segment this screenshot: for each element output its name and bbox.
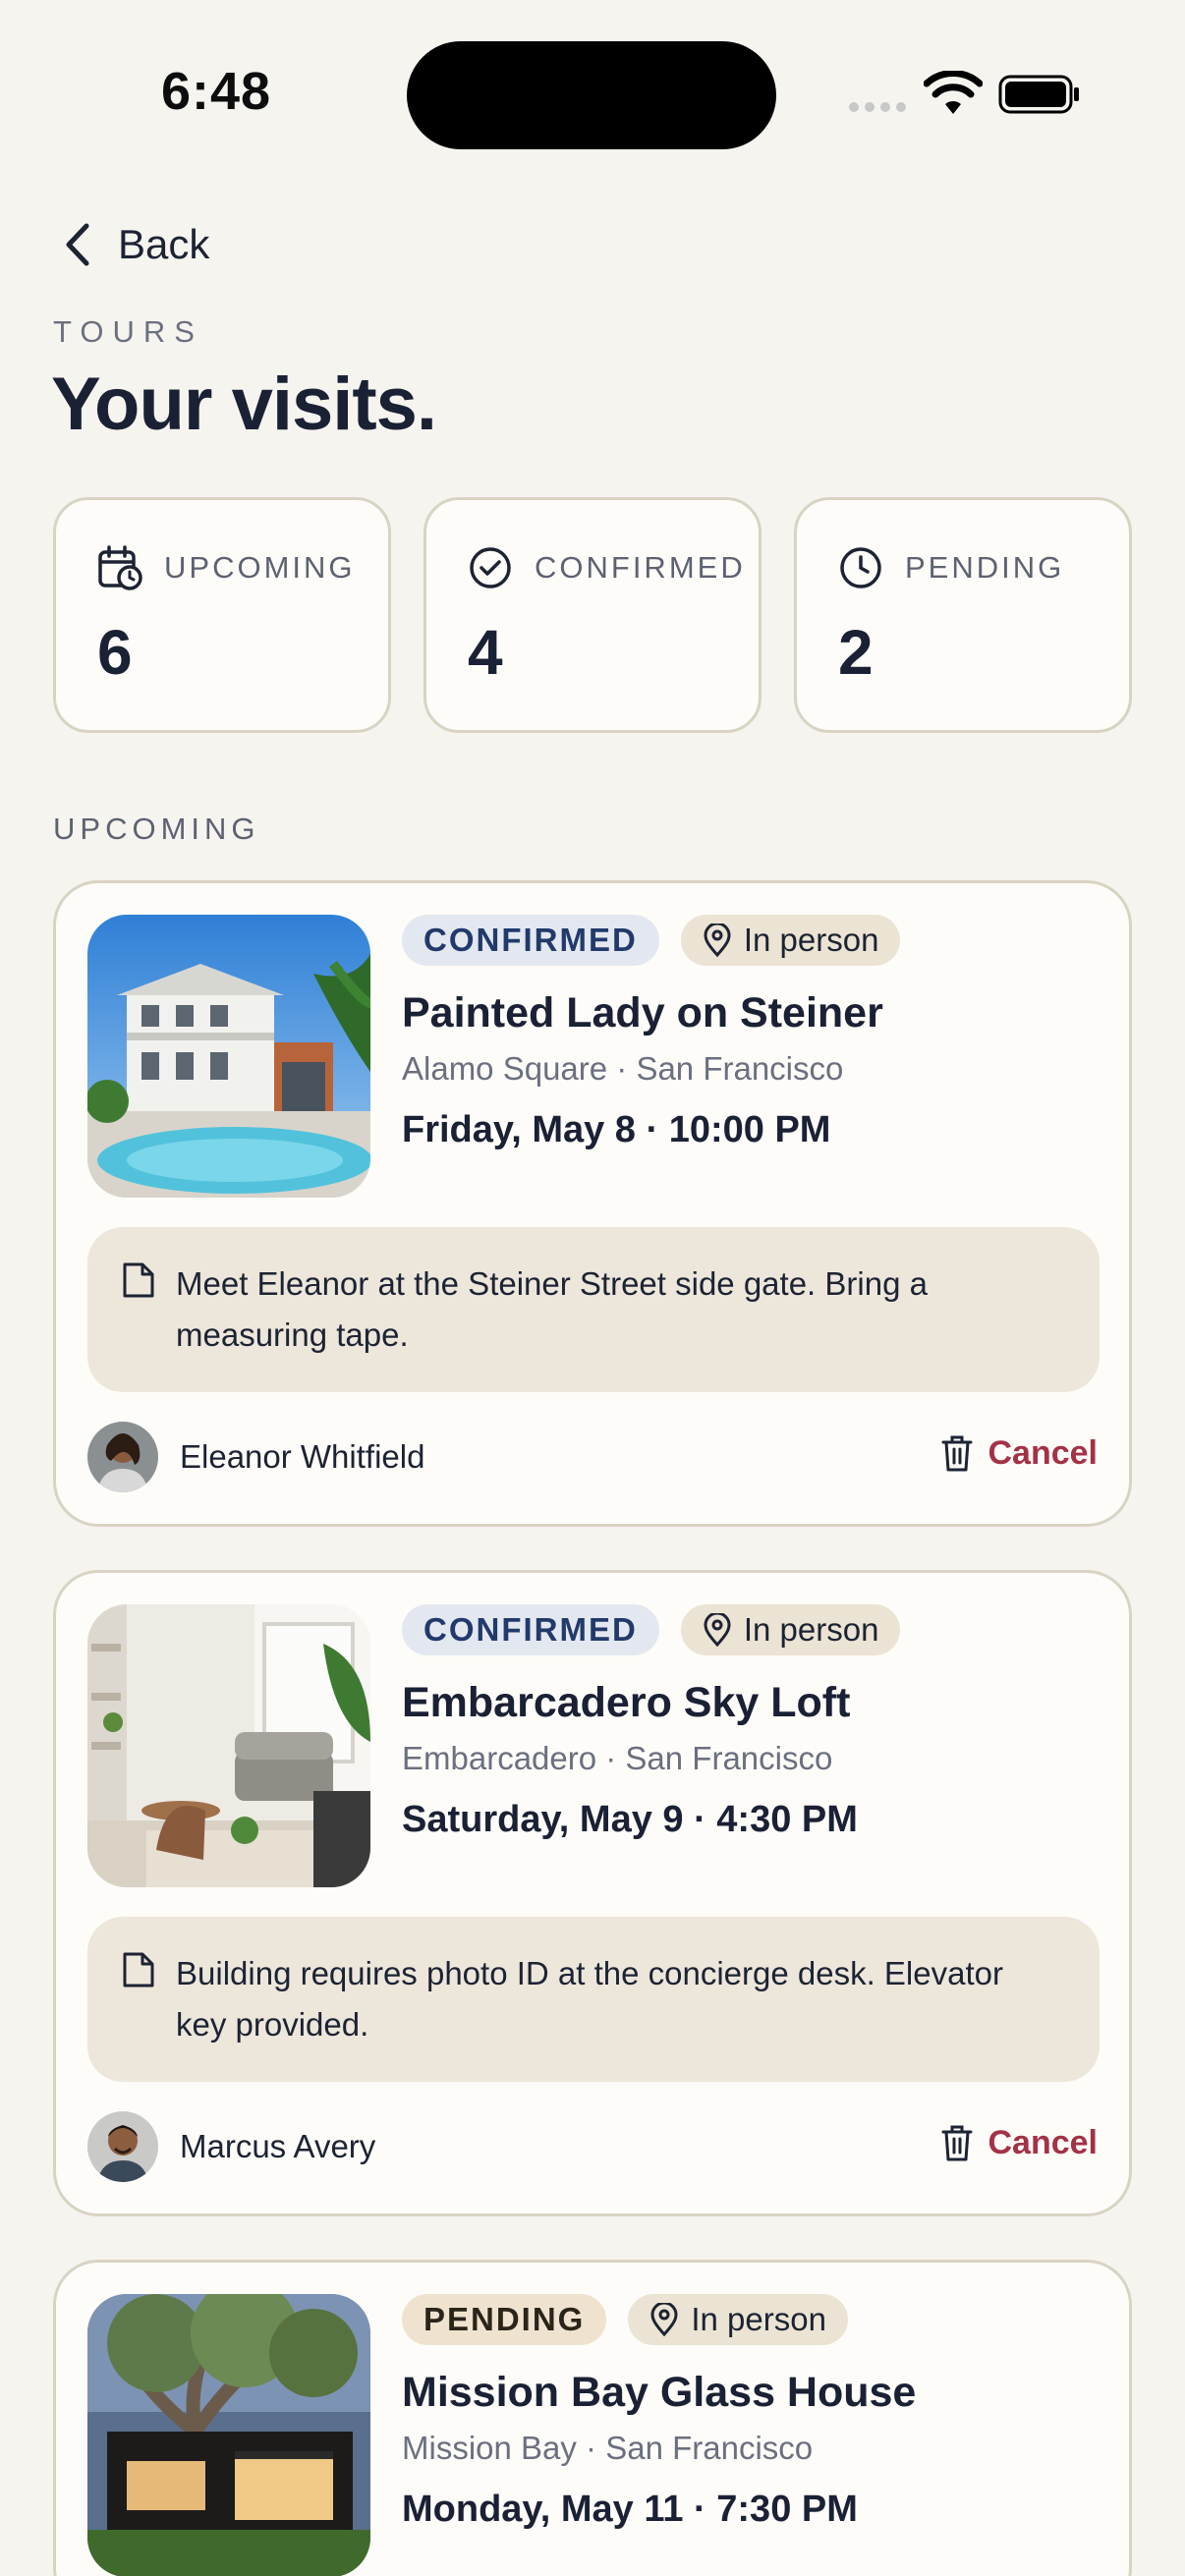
status-badge: PENDING <box>402 2294 607 2345</box>
visit-note: Meet Eleanor at the Steiner Street side … <box>87 1227 1100 1392</box>
stat-label: PENDING <box>905 550 1065 585</box>
cancel-button[interactable]: Cancel <box>939 2123 1099 2162</box>
visit-mode-label: In person <box>743 1611 879 1648</box>
note-text: Meet Eleanor at the Steiner Street side … <box>176 1265 928 1353</box>
stat-card-pending[interactable]: PENDING 2 <box>794 497 1132 733</box>
note-icon <box>123 1952 154 1988</box>
back-label: Back <box>118 221 210 267</box>
trash-icon <box>941 2125 972 2161</box>
host-name: Marcus Avery <box>180 2128 376 2164</box>
avatar <box>87 2111 158 2182</box>
visit-mode-label: In person <box>743 922 879 958</box>
host: Eleanor Whitfield <box>87 1422 424 1492</box>
map-pin-icon <box>704 924 731 957</box>
clock-icon <box>840 547 881 588</box>
property-photo <box>87 2294 370 2576</box>
host-name: Eleanor Whitfield <box>180 1438 425 1475</box>
visit-datetime: Friday, May 8 · 10:00 PM <box>402 1109 831 1150</box>
page-eyebrow: TOURS <box>53 314 203 349</box>
cancel-label: Cancel <box>988 1433 1099 1472</box>
map-pin-icon <box>704 1613 731 1647</box>
property-photo <box>87 1604 370 1887</box>
property-location: Embarcadero · San Francisco <box>402 1740 833 1776</box>
visit-card[interactable]: CONFIRMED In person Painted Lady on Stei… <box>53 880 1132 1527</box>
check-circle-icon <box>470 547 511 588</box>
chevron-left-icon <box>66 223 89 266</box>
status-bar: 6:48 <box>0 0 1185 187</box>
host: Marcus Avery <box>87 2111 375 2182</box>
cancel-label: Cancel <box>988 2123 1099 2161</box>
page-title: Your visits. <box>51 363 437 446</box>
stat-card-confirmed[interactable]: CONFIRMED 4 <box>423 497 762 733</box>
status-badge: CONFIRMED <box>402 1604 659 1655</box>
stat-card-upcoming[interactable]: UPCOMING 6 <box>53 497 391 733</box>
stat-label: UPCOMING <box>164 550 356 585</box>
visit-card[interactable]: CONFIRMED In person Embarcadero Sky Loft… <box>53 1570 1132 2216</box>
cancel-button[interactable]: Cancel <box>939 1433 1099 1473</box>
property-title: Mission Bay Glass House <box>402 2369 917 2416</box>
visit-datetime: Monday, May 11 · 7:30 PM <box>402 2489 858 2530</box>
status-time: 6:48 <box>161 62 272 121</box>
visit-mode-badge: In person <box>680 1604 901 1655</box>
visit-datetime: Saturday, May 9 · 4:30 PM <box>402 1799 858 1840</box>
battery-icon <box>998 75 1079 114</box>
back-button[interactable]: Back <box>59 218 209 271</box>
visit-mode-badge: In person <box>680 915 901 966</box>
stat-value: 2 <box>838 617 874 688</box>
property-title: Embarcadero Sky Loft <box>402 1679 851 1726</box>
note-text: Building requires photo ID at the concie… <box>176 1955 1003 2043</box>
map-pin-icon <box>650 2303 678 2336</box>
property-location: Mission Bay · San Francisco <box>402 2430 814 2466</box>
visit-mode-badge: In person <box>628 2294 848 2345</box>
avatar <box>87 1422 158 1492</box>
stat-value: 6 <box>97 617 133 688</box>
calendar-clock-icon <box>98 545 142 590</box>
status-badge: CONFIRMED <box>402 915 659 966</box>
stat-value: 4 <box>468 617 503 688</box>
property-title: Painted Lady on Steiner <box>402 989 883 1036</box>
cellular-signal-icon <box>849 102 906 112</box>
stat-label: CONFIRMED <box>535 550 746 585</box>
visit-mode-label: In person <box>691 2301 826 2337</box>
visit-card[interactable]: PENDING In person Mission Bay Glass Hous… <box>53 2260 1132 2576</box>
property-photo <box>87 915 370 1198</box>
section-label-upcoming: UPCOMING <box>53 812 260 846</box>
property-location: Alamo Square · San Francisco <box>402 1050 844 1087</box>
wifi-icon <box>924 71 983 114</box>
dynamic-island <box>407 41 776 149</box>
note-icon <box>123 1262 154 1298</box>
trash-icon <box>941 1435 972 1472</box>
visit-note: Building requires photo ID at the concie… <box>87 1917 1100 2082</box>
